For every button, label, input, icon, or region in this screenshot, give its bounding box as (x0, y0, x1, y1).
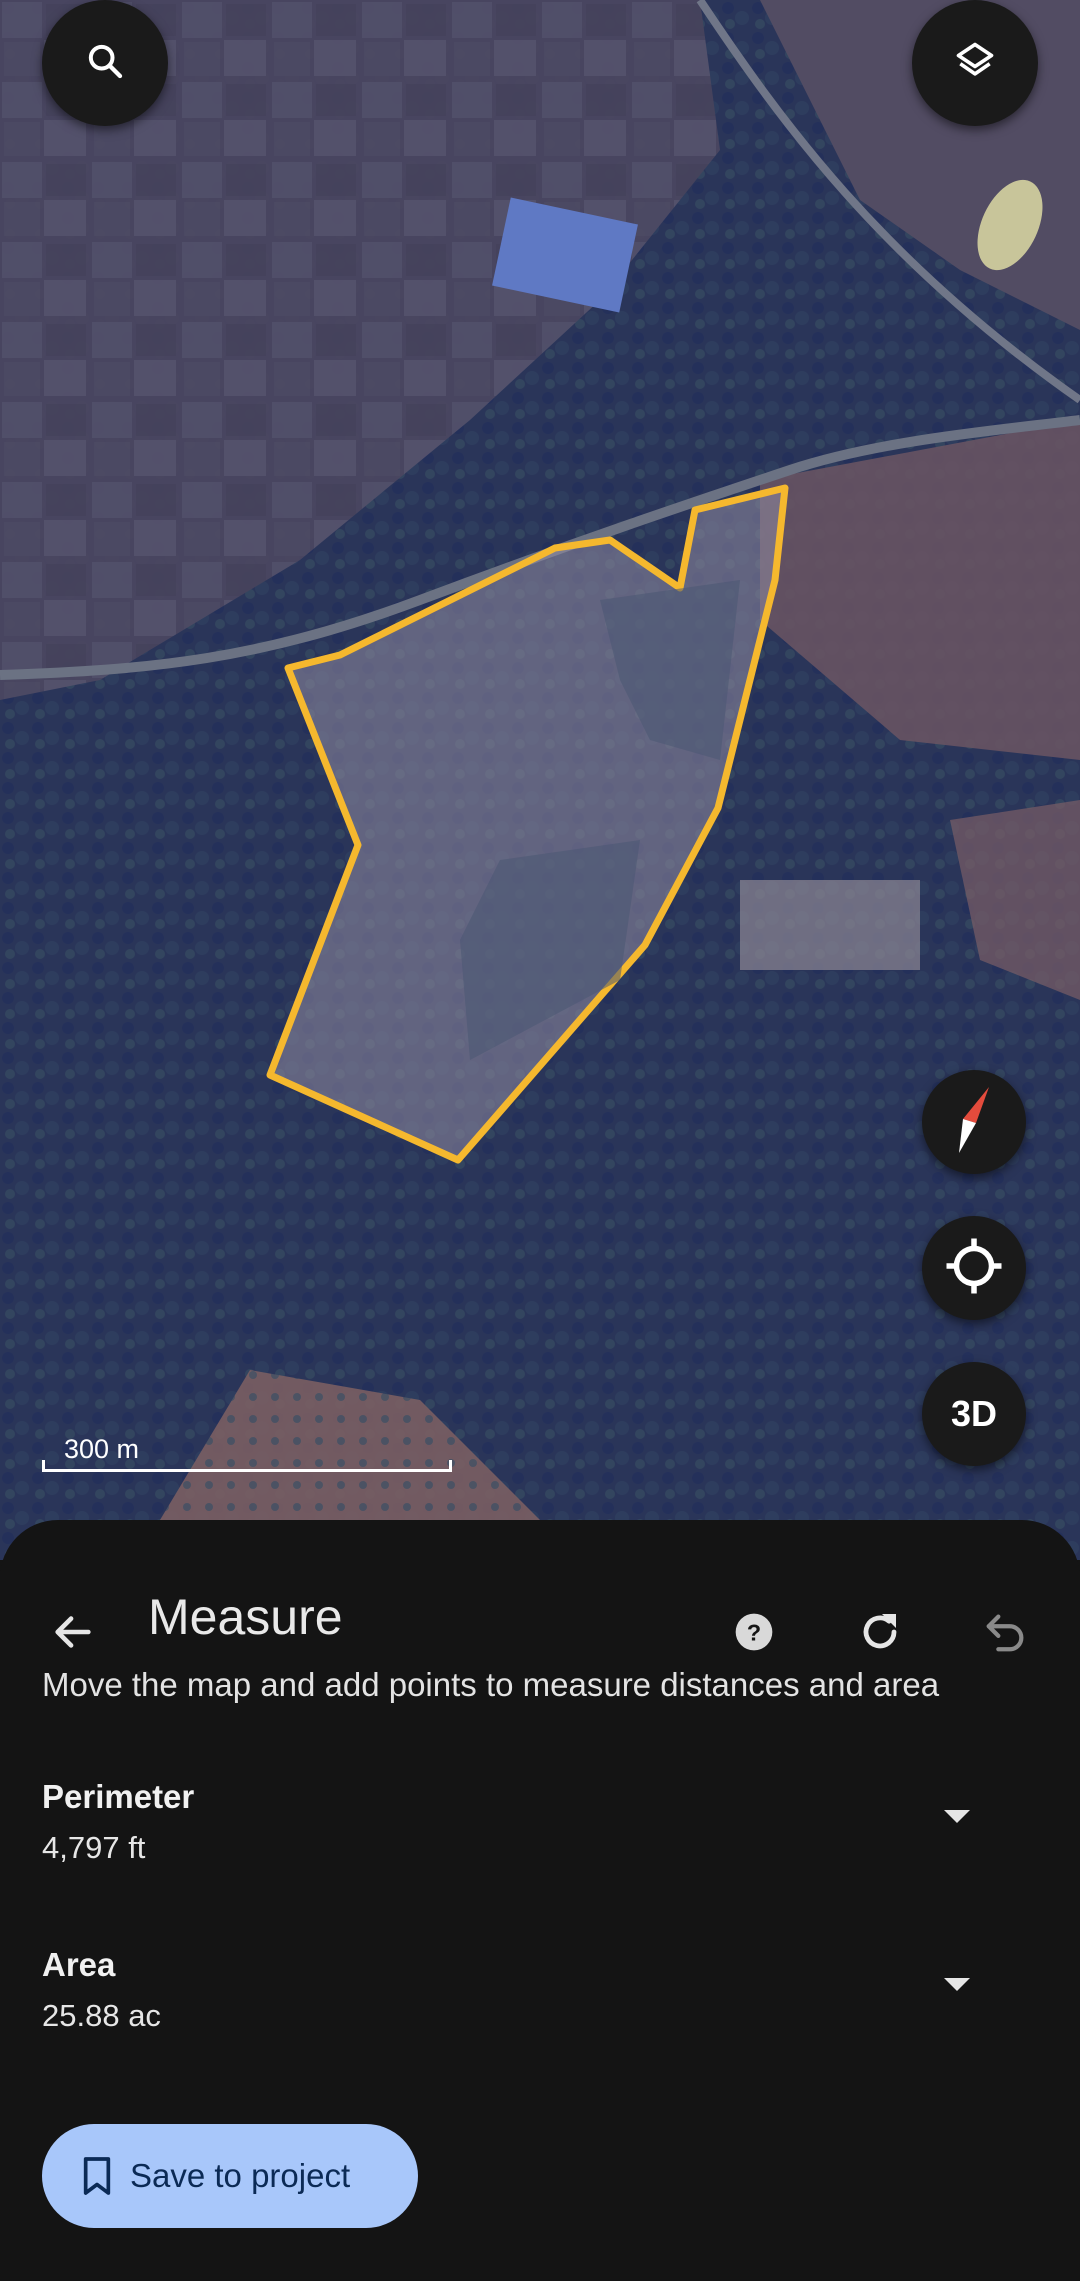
scale-line (42, 1460, 452, 1472)
layers-button[interactable] (912, 0, 1038, 126)
area-row[interactable]: Area 25.88 ac (42, 1946, 1042, 2066)
help-button[interactable]: ? (714, 1594, 794, 1674)
perimeter-value: 4,797 ft (42, 1830, 146, 1865)
compass-icon (949, 1085, 999, 1160)
svg-text:?: ? (747, 1619, 761, 1645)
my-location-icon (944, 1236, 1004, 1301)
perimeter-unit-dropdown[interactable] (942, 1806, 972, 1831)
map-scale-bar: 300 m (42, 1432, 454, 1472)
save-button-label: Save to project (130, 2157, 351, 2194)
reset-button[interactable] (840, 1594, 920, 1674)
toggle-3d-button[interactable]: 3D (922, 1362, 1026, 1466)
measure-instructions: Move the map and add points to measure d… (42, 1666, 940, 1703)
layers-icon (953, 39, 997, 88)
page-title: Measure (148, 1589, 343, 1645)
reset-icon (856, 1608, 904, 1661)
search-button[interactable] (42, 0, 168, 126)
chevron-down-icon (942, 1978, 972, 1998)
my-location-button[interactable] (922, 1216, 1026, 1320)
search-icon (85, 41, 125, 86)
satellite-imagery (0, 0, 1080, 1560)
perimeter-label: Perimeter (42, 1778, 195, 1815)
compass-button[interactable] (922, 1070, 1026, 1174)
back-arrow-icon (50, 1609, 96, 1660)
chevron-down-icon (942, 1810, 972, 1830)
undo-icon (983, 1609, 1029, 1660)
undo-button[interactable] (966, 1594, 1046, 1674)
save-to-project-button[interactable]: Save to project (42, 2124, 418, 2228)
bookmark-icon (80, 2156, 114, 2196)
perimeter-row[interactable]: Perimeter 4,797 ft (42, 1778, 1042, 1898)
measure-sheet: Measure ? Move the map and add points to… (0, 1520, 1080, 2281)
satellite-map[interactable]: 3D 300 m (0, 0, 1080, 1560)
back-button[interactable] (33, 1594, 113, 1674)
area-unit-dropdown[interactable] (942, 1974, 972, 1999)
area-value: 25.88 ac (42, 1998, 161, 2033)
help-icon: ? (734, 1612, 774, 1657)
area-label: Area (42, 1946, 116, 1983)
